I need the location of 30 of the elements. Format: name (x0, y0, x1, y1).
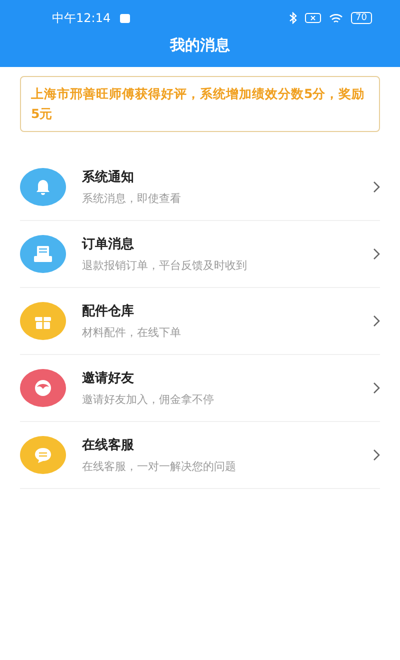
category-title: 系统通知 (82, 168, 135, 186)
category-subtitle: 材料配件，在线下单 (82, 325, 182, 340)
document-icon (33, 245, 53, 263)
status-time: 中午12:14 (52, 10, 111, 26)
chat-icon (33, 446, 53, 464)
chevron-right-icon (373, 449, 380, 461)
category-title: 邀请好友 (82, 370, 135, 387)
message-category-row[interactable]: 配件仓库 材料配件，在线下单 (20, 288, 380, 355)
message-category-row[interactable]: 系统通知 系统消息，即使查看 (20, 154, 380, 221)
message-category-row[interactable]: 在线客服 在线客服，一对一解决您的问题 (20, 422, 380, 489)
chevron-right-icon (373, 181, 380, 193)
battery-level: 70 (350, 12, 372, 24)
notice-banner: 上海市邢善旺师傅获得好评，系统增加绩效分数5分，奖励5元 (20, 76, 380, 132)
sim-icon (304, 13, 321, 23)
bell-icon (34, 178, 52, 196)
bluetooth-icon (288, 12, 297, 24)
message-category-row[interactable]: 订单消息 退款报销订单，平台反馈及时收到 (20, 221, 380, 288)
category-subtitle: 退款报销订单，平台反馈及时收到 (82, 258, 248, 273)
category-subtitle: 系统消息，即使查看 (82, 191, 182, 206)
message-category-row[interactable]: 邀请好友 邀请好友加入，佣金拿不停 (20, 355, 380, 422)
category-subtitle: 邀请好友加入，佣金拿不停 (82, 392, 215, 407)
chevron-right-icon (373, 248, 380, 260)
category-subtitle: 在线客服，一对一解决您的问题 (82, 459, 237, 474)
category-title: 在线客服 (82, 436, 135, 454)
category-title: 订单消息 (82, 236, 135, 253)
category-title: 配件仓库 (82, 302, 135, 320)
page-title: 我的消息 (168, 36, 231, 55)
wifi-icon (328, 12, 343, 24)
chevron-right-icon (373, 382, 380, 394)
chevron-right-icon (373, 315, 380, 327)
